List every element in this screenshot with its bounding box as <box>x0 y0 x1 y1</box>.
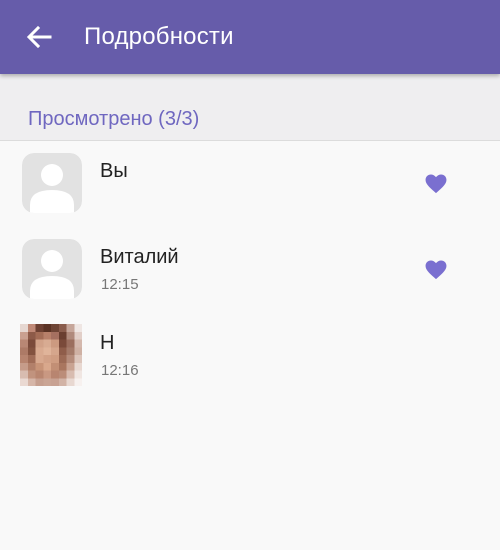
list-item[interactable]: Н 12:16 <box>0 313 500 399</box>
back-button[interactable] <box>13 11 65 63</box>
default-avatar-icon <box>22 153 82 213</box>
heart-icon <box>425 260 447 280</box>
list-item[interactable]: Виталий 12:15 <box>0 227 500 313</box>
viewers-list: Вы Виталий 12:15 Н 12:16 <box>0 141 500 399</box>
app-bar: Подробности <box>0 0 500 74</box>
page-title: Подробности <box>84 23 234 50</box>
photo-avatar <box>20 324 82 386</box>
view-time: 12:15 <box>101 276 139 293</box>
default-avatar-icon <box>22 239 82 299</box>
viewer-name: Н <box>100 332 115 354</box>
viewed-count-label: Просмотрено (3/3) <box>28 108 200 130</box>
arrow-left-icon <box>26 25 52 49</box>
view-time: 12:16 <box>101 362 139 379</box>
list-item[interactable]: Вы <box>0 141 500 227</box>
section-header: Просмотрено (3/3) <box>0 74 500 141</box>
viewer-name: Виталий <box>100 246 179 268</box>
heart-icon <box>425 174 447 194</box>
viewer-name: Вы <box>100 160 128 182</box>
